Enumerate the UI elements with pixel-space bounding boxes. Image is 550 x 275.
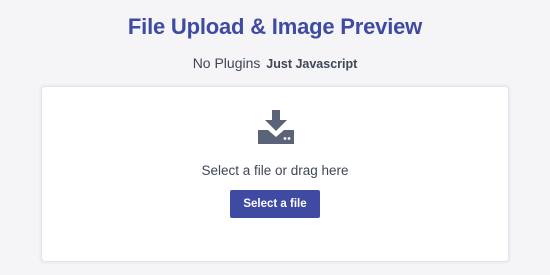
select-file-button[interactable]: Select a file bbox=[230, 190, 320, 218]
page-title: File Upload & Image Preview bbox=[127, 14, 423, 39]
download-tray-icon bbox=[258, 110, 294, 144]
file-drop-zone[interactable]: Select a file or drag here Select a file bbox=[41, 86, 509, 262]
subtitle-strong: Just Javascript bbox=[266, 57, 358, 71]
drop-prompt: Select a file or drag here bbox=[201, 163, 349, 178]
page-subtitle: No Plugins Just Javascript bbox=[0, 55, 550, 71]
page: File Upload & Image Preview No Plugins J… bbox=[0, 0, 550, 275]
subtitle-regular: No Plugins bbox=[192, 55, 261, 71]
